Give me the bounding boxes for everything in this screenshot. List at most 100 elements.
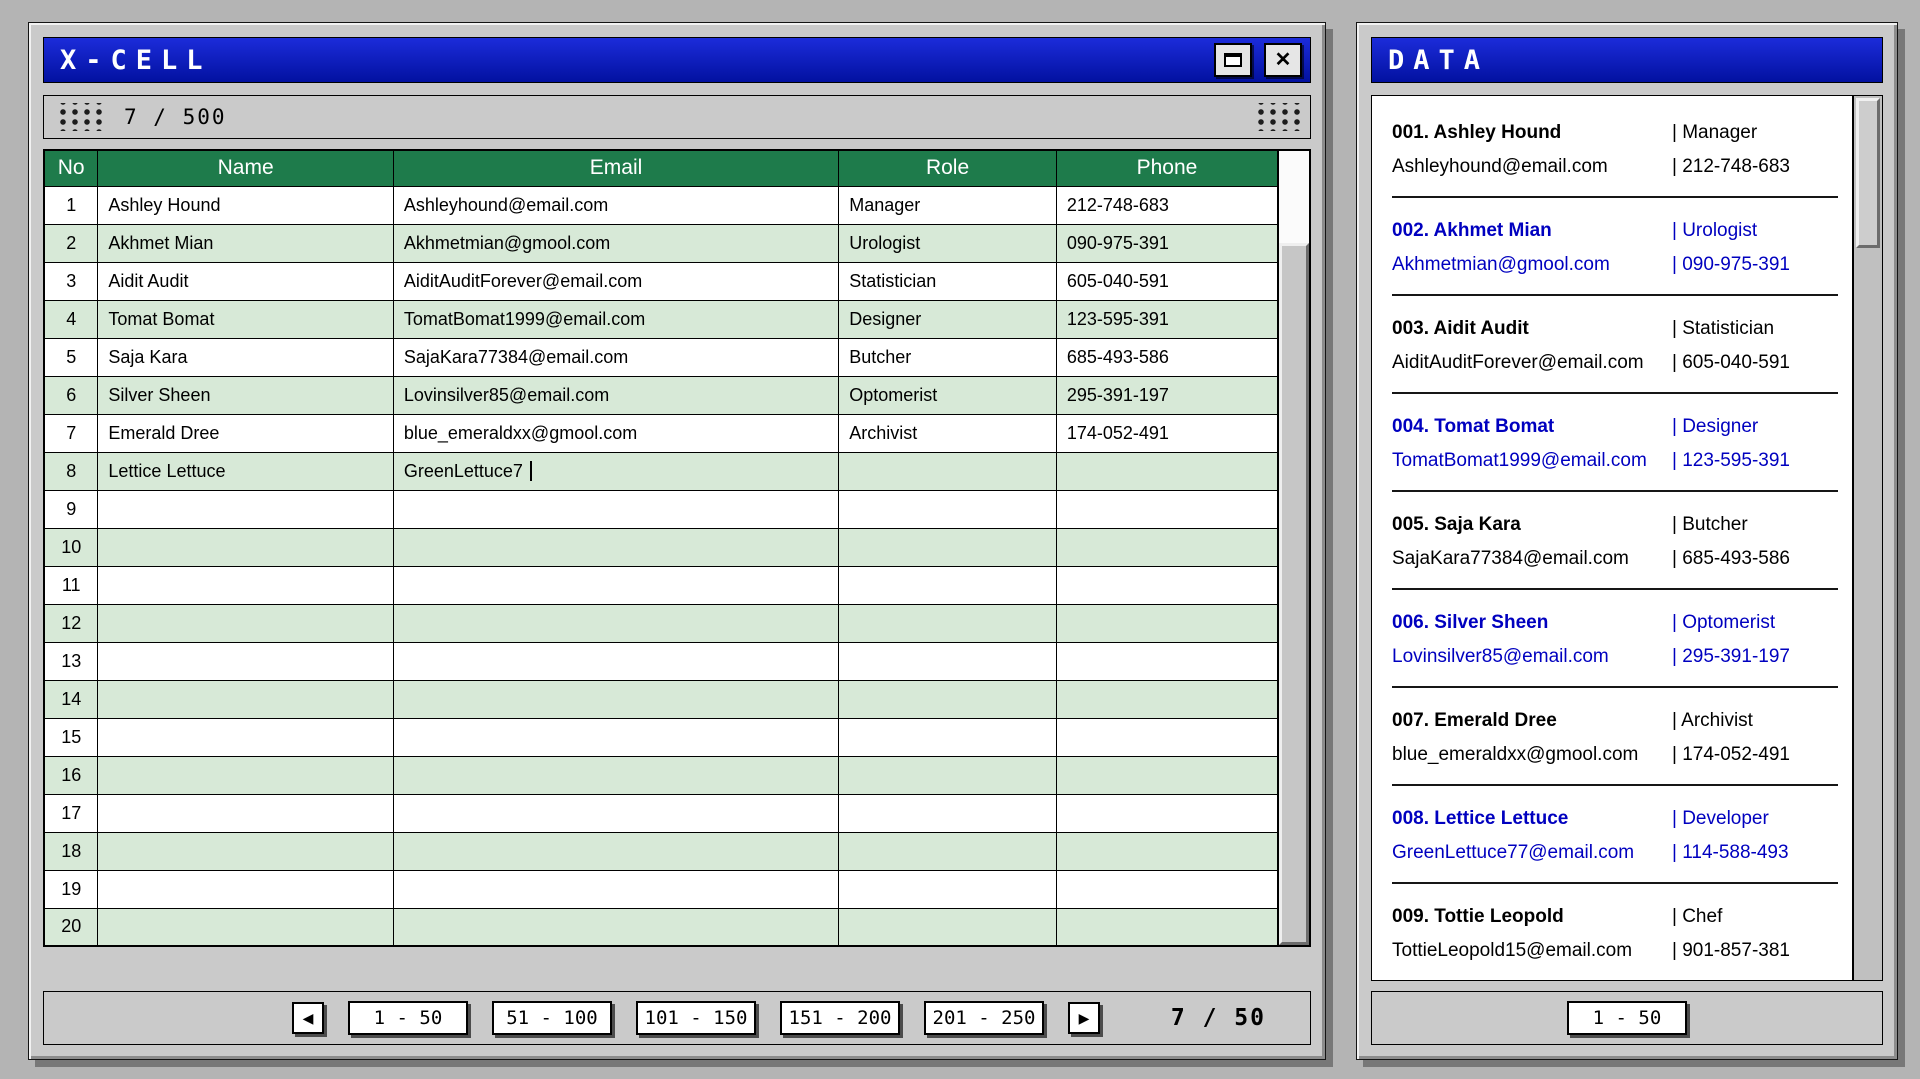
cell-email[interactable] (393, 794, 838, 832)
cell-phone[interactable]: 295-391-197 (1056, 376, 1278, 414)
cell-phone[interactable]: 605-040-591 (1056, 262, 1278, 300)
cell-phone[interactable]: 123-595-391 (1056, 300, 1278, 338)
cell-no[interactable]: 11 (44, 566, 98, 604)
grip-handle-right[interactable] (1252, 103, 1300, 131)
cell-no[interactable]: 4 (44, 300, 98, 338)
cell-role[interactable] (839, 870, 1057, 908)
cell-role[interactable] (839, 832, 1057, 870)
scrollbar-track[interactable] (1279, 151, 1309, 243)
cell-phone[interactable] (1056, 718, 1278, 756)
data-titlebar[interactable]: DATA (1371, 37, 1883, 83)
cell-no[interactable]: 20 (44, 908, 98, 946)
cell-name[interactable] (98, 718, 393, 756)
cell-role[interactable]: Archivist (839, 414, 1057, 452)
cell-phone[interactable] (1056, 452, 1278, 490)
cell-email[interactable] (393, 870, 838, 908)
cell-role[interactable] (839, 908, 1057, 946)
cell-role[interactable] (839, 528, 1057, 566)
grip-handle-left[interactable] (54, 103, 102, 131)
page-range-button-4[interactable]: 151 - 200 (780, 1001, 900, 1035)
data-entry[interactable]: 004. Tomat Bomat| DesignerTomatBomat1999… (1372, 410, 1852, 492)
cell-email[interactable] (393, 680, 838, 718)
cell-phone[interactable]: 174-052-491 (1056, 414, 1278, 452)
cell-no[interactable]: 1 (44, 186, 98, 224)
cell-role[interactable] (839, 566, 1057, 604)
cell-email[interactable]: Ashleyhound@email.com (393, 186, 838, 224)
cell-name[interactable]: Aidit Audit (98, 262, 393, 300)
cell-name[interactable]: Akhmet Mian (98, 224, 393, 262)
cell-name[interactable]: Saja Kara (98, 338, 393, 376)
cell-email[interactable]: SajaKara77384@email.com (393, 338, 838, 376)
cell-email[interactable] (393, 756, 838, 794)
data-entry[interactable]: 006. Silver Sheen| OptomeristLovinsilver… (1372, 606, 1852, 688)
cell-phone[interactable] (1056, 794, 1278, 832)
cell-role[interactable] (839, 490, 1057, 528)
cell-role[interactable]: Designer (839, 300, 1057, 338)
cell-no[interactable]: 7 (44, 414, 98, 452)
cell-email[interactable]: Akhmetmian@gmool.com (393, 224, 838, 262)
cell-no[interactable]: 9 (44, 490, 98, 528)
cell-name[interactable]: Emerald Dree (98, 414, 393, 452)
page-range-button-2[interactable]: 51 - 100 (492, 1001, 612, 1035)
cell-no[interactable]: 16 (44, 756, 98, 794)
cell-name[interactable] (98, 490, 393, 528)
cell-email[interactable]: Lovinsilver85@email.com (393, 376, 838, 414)
data-entry[interactable]: 003. Aidit Audit| StatisticianAiditAudit… (1372, 312, 1852, 394)
cell-role[interactable] (839, 756, 1057, 794)
cell-no[interactable]: 8 (44, 452, 98, 490)
data-scrollbar[interactable] (1852, 96, 1882, 980)
cell-name[interactable] (98, 794, 393, 832)
cell-no[interactable]: 18 (44, 832, 98, 870)
cell-email[interactable]: TomatBomat1999@email.com (393, 300, 838, 338)
cell-role[interactable]: Urologist (839, 224, 1057, 262)
maximize-button[interactable] (1214, 43, 1252, 77)
cell-email[interactable] (393, 642, 838, 680)
cell-name[interactable] (98, 832, 393, 870)
cell-phone[interactable] (1056, 642, 1278, 680)
cell-phone[interactable]: 212-748-683 (1056, 186, 1278, 224)
cell-email[interactable] (393, 566, 838, 604)
cell-no[interactable]: 15 (44, 718, 98, 756)
cell-name[interactable] (98, 642, 393, 680)
data-entry[interactable]: 009. Tottie Leopold| ChefTottieLeopold15… (1372, 900, 1852, 980)
cell-no[interactable]: 3 (44, 262, 98, 300)
table-scrollbar[interactable] (1279, 149, 1311, 947)
cell-email[interactable]: GreenLettuce7 (393, 452, 838, 490)
page-range-button-3[interactable]: 101 - 150 (636, 1001, 756, 1035)
data-entry[interactable]: 007. Emerald Dree| Archivistblue_emerald… (1372, 704, 1852, 786)
cell-no[interactable]: 5 (44, 338, 98, 376)
cell-email[interactable] (393, 908, 838, 946)
cell-email[interactable] (393, 528, 838, 566)
cell-phone[interactable] (1056, 528, 1278, 566)
prev-page-button[interactable]: ◀ (292, 1002, 324, 1034)
cell-no[interactable]: 17 (44, 794, 98, 832)
cell-role[interactable] (839, 680, 1057, 718)
cell-name[interactable]: Ashley Hound (98, 186, 393, 224)
cell-email[interactable] (393, 490, 838, 528)
data-page-range-button[interactable]: 1 - 50 (1567, 1001, 1687, 1035)
cell-role[interactable]: Optomerist (839, 376, 1057, 414)
cell-phone[interactable]: 090-975-391 (1056, 224, 1278, 262)
data-entry[interactable]: 002. Akhmet Mian| UrologistAkhmetmian@gm… (1372, 214, 1852, 296)
cell-name[interactable]: Tomat Bomat (98, 300, 393, 338)
cell-name[interactable] (98, 756, 393, 794)
cell-email[interactable]: AiditAuditForever@email.com (393, 262, 838, 300)
cell-name[interactable] (98, 528, 393, 566)
cell-role[interactable] (839, 642, 1057, 680)
cell-name[interactable] (98, 870, 393, 908)
cell-phone[interactable] (1056, 908, 1278, 946)
cell-role[interactable] (839, 604, 1057, 642)
close-button[interactable]: ✕ (1264, 43, 1302, 77)
cell-role[interactable]: Manager (839, 186, 1057, 224)
cell-phone[interactable] (1056, 604, 1278, 642)
cell-phone[interactable] (1056, 680, 1278, 718)
cell-no[interactable]: 2 (44, 224, 98, 262)
cell-email[interactable] (393, 604, 838, 642)
cell-role[interactable] (839, 452, 1057, 490)
scrollbar-thumb[interactable] (1279, 243, 1309, 945)
cell-phone[interactable] (1056, 870, 1278, 908)
cell-phone[interactable]: 685-493-586 (1056, 338, 1278, 376)
data-entry[interactable]: 005. Saja Kara| ButcherSajaKara77384@ema… (1372, 508, 1852, 590)
cell-no[interactable]: 14 (44, 680, 98, 718)
cell-no[interactable]: 19 (44, 870, 98, 908)
